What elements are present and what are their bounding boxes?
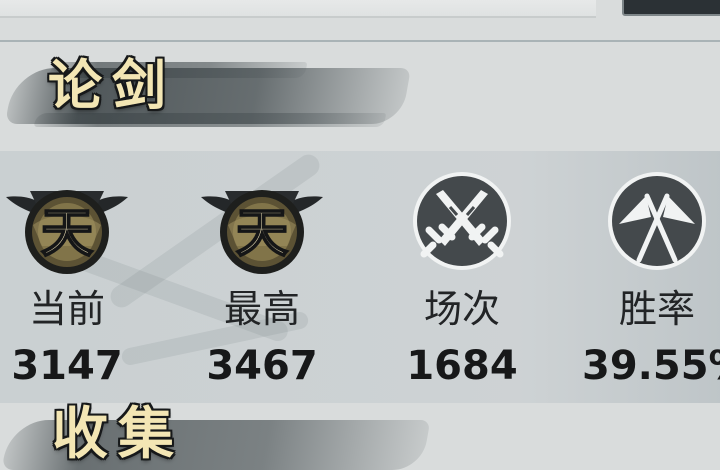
section-title: 论剑: [48, 53, 176, 117]
stat-value: 3147: [11, 343, 123, 389]
stat-label: 胜率: [618, 287, 695, 331]
stat-value: 1684: [406, 343, 518, 389]
stat-label: 最高: [223, 287, 300, 331]
stat-value: 3467: [206, 343, 318, 389]
stat-current[interactable]: 天 当前 3147: [0, 172, 142, 402]
stat-value: 39.55%: [582, 343, 720, 389]
crossed-flags-icon: [582, 172, 720, 276]
rank-badge-text: 天: [236, 203, 288, 264]
rank-tian-emblem-icon: 天: [0, 172, 142, 276]
stat-win-rate[interactable]: 胜率 39.55%: [582, 172, 720, 402]
section-divider: [0, 40, 720, 42]
rank-badge-text: 天: [41, 203, 93, 264]
stat-label: 当前: [28, 287, 105, 331]
stat-highest[interactable]: 天 最高 3467: [187, 172, 337, 402]
stat-matches[interactable]: 场次 1684: [387, 172, 537, 402]
top-right-panel: [622, 0, 720, 16]
next-section-title: 收集: [52, 401, 184, 467]
stat-label: 场次: [423, 287, 500, 331]
rank-tian-emblem-icon: 天: [187, 172, 337, 276]
crossed-swords-icon: [387, 172, 537, 276]
top-panel: [0, 0, 596, 18]
